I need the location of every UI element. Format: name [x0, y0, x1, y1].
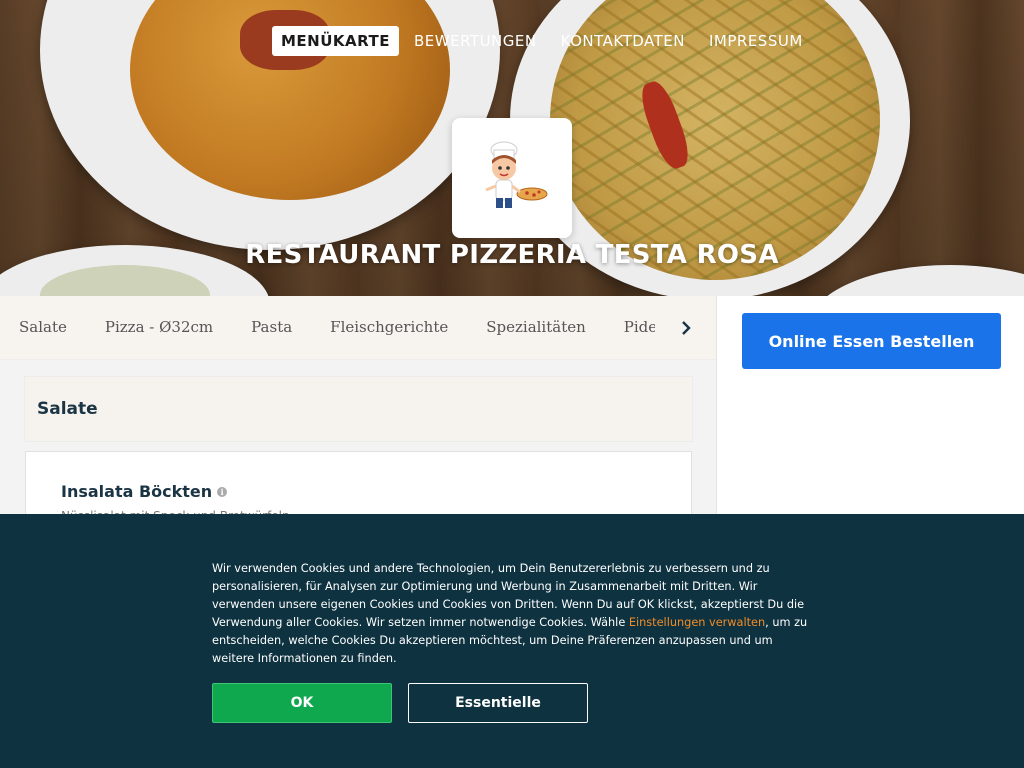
restaurant-name: RESTAURANT PIZZERIA TESTA ROSA — [245, 240, 779, 270]
category-pizza[interactable]: Pizza - Ø32cm — [86, 296, 232, 358]
category-salate[interactable]: Salate — [0, 296, 86, 358]
category-fleischgerichte[interactable]: Fleischgerichte — [311, 296, 467, 358]
section-title: Salate — [37, 399, 98, 419]
order-online-button[interactable]: Online Essen Bestellen — [742, 313, 1001, 369]
category-pasta[interactable]: Pasta — [232, 296, 311, 358]
category-bar: Salate Pizza - Ø32cm Pasta Fleischgerichte S… — [0, 296, 716, 360]
nav-kontaktdaten[interactable]: KONTAKTDATEN — [552, 26, 694, 56]
manage-settings-link[interactable]: Einstellungen verwalten — [629, 616, 765, 629]
category-list: Salate Pizza - Ø32cm Pasta Fleischgerichte S… — [0, 296, 655, 359]
info-icon[interactable]: i — [217, 486, 228, 497]
restaurant-logo — [452, 118, 572, 238]
nav-bewertungen[interactable]: BEWERTUNGEN — [405, 26, 546, 56]
menu-item-title: Insalata Böckten i — [61, 482, 228, 501]
cookie-text: Wir verwenden Cookies und andere Technol… — [212, 560, 816, 668]
top-nav: MENÜKARTE BEWERTUNGEN KONTAKTDATEN IMPRE… — [272, 25, 818, 56]
chevron-right-icon[interactable] — [674, 316, 698, 340]
chef-pizza-logo-icon — [485, 141, 548, 208]
cookie-ok-button[interactable]: OK — [212, 683, 392, 723]
cookie-essential-button[interactable]: Essentielle — [408, 683, 588, 723]
category-spezialitaeten[interactable]: Spezialitäten — [467, 296, 605, 358]
hero-banner: MENÜKARTE BEWERTUNGEN KONTAKTDATEN IMPRE… — [0, 0, 1024, 296]
section-header: Salate — [24, 376, 693, 442]
menu-item-name[interactable]: Insalata Böckten — [61, 482, 212, 501]
category-pide[interactable]: Pide — [605, 296, 655, 358]
nav-menuekarte[interactable]: MENÜKARTE — [272, 25, 399, 56]
cookie-banner: Wir verwenden Cookies und andere Technol… — [0, 514, 1024, 768]
nav-impressum[interactable]: IMPRESSUM — [700, 26, 812, 56]
